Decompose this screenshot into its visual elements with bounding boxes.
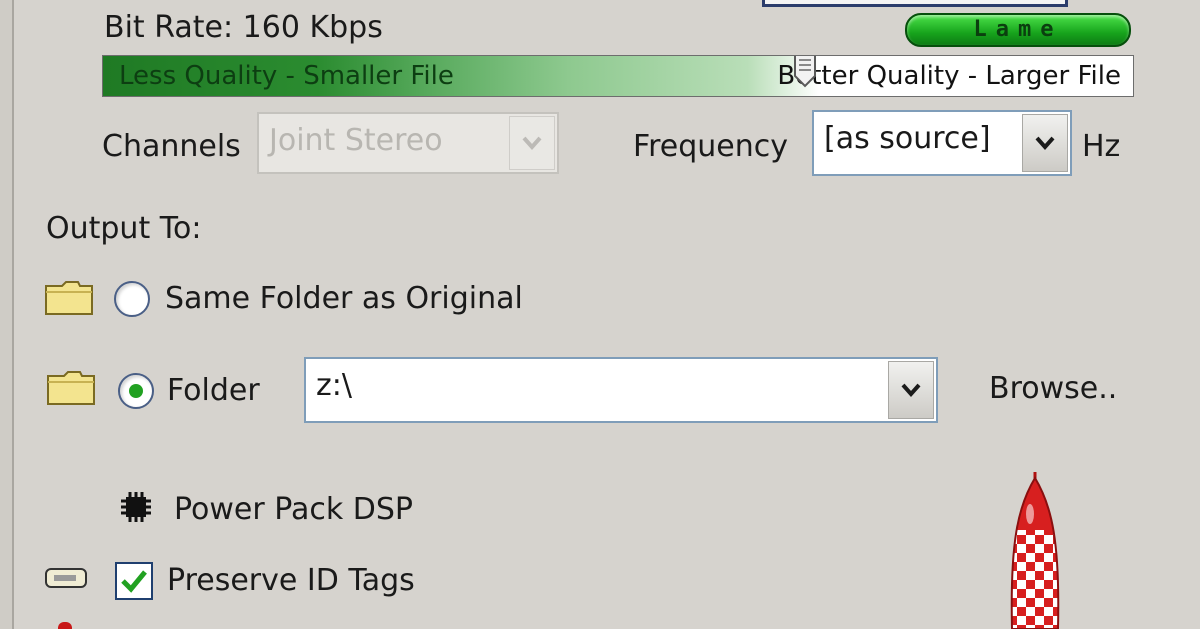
chip-icon bbox=[121, 492, 151, 522]
rocket-icon-partial bbox=[58, 622, 72, 629]
folder-path-value[interactable]: z:\ bbox=[316, 367, 352, 405]
folder-icon bbox=[45, 281, 93, 315]
folder-path-combo[interactable]: z:\ bbox=[304, 357, 938, 423]
output-heading: Output To: bbox=[46, 211, 202, 246]
same-folder-radio[interactable] bbox=[114, 281, 150, 317]
quality-high-label: Better Quality - Larger File bbox=[777, 61, 1121, 91]
frequency-value: [as source] bbox=[824, 121, 991, 156]
chevron-down-icon bbox=[1035, 136, 1055, 151]
quality-slider[interactable]: Less Quality - Smaller File Better Quali… bbox=[102, 55, 1134, 97]
bitrate-label: Bit Rate: 160 Kbps bbox=[104, 10, 383, 45]
folder-radio[interactable] bbox=[118, 373, 154, 409]
frequency-unit: Hz bbox=[1082, 129, 1121, 164]
channels-value: Joint Stereo bbox=[269, 123, 443, 158]
folder-radio-selected-dot bbox=[129, 384, 143, 398]
folder-icon bbox=[47, 371, 95, 405]
channels-dropdown-button[interactable] bbox=[509, 116, 555, 170]
same-folder-label[interactable]: Same Folder as Original bbox=[165, 281, 523, 317]
frequency-dropdown-button[interactable] bbox=[1022, 114, 1068, 172]
tag-icon bbox=[45, 568, 87, 588]
channels-label: Channels bbox=[102, 129, 241, 164]
folder-label[interactable]: Folder bbox=[167, 373, 260, 409]
chevron-down-icon bbox=[522, 136, 542, 151]
slider-thumb[interactable] bbox=[793, 55, 817, 90]
frequency-select[interactable]: [as source] bbox=[812, 110, 1072, 176]
browse-button[interactable]: Browse.. bbox=[989, 371, 1117, 407]
window-left-edge bbox=[0, 0, 14, 629]
lame-logo: Lame bbox=[905, 13, 1131, 47]
quality-low-label: Less Quality - Smaller File bbox=[119, 61, 454, 91]
chevron-down-icon bbox=[901, 383, 921, 398]
lame-logo-text: Lame bbox=[973, 17, 1063, 42]
rocket-icon bbox=[1010, 472, 1060, 629]
top-panel-edge bbox=[762, 0, 1068, 7]
folder-path-dropdown-button[interactable] bbox=[888, 361, 934, 419]
checkmark-icon bbox=[121, 570, 147, 593]
frequency-label: Frequency bbox=[633, 129, 788, 164]
preserve-id-tags-checkbox[interactable] bbox=[115, 562, 153, 600]
dsp-label[interactable]: Power Pack DSP bbox=[174, 492, 413, 528]
preserve-id-tags-label[interactable]: Preserve ID Tags bbox=[167, 563, 415, 599]
channels-select[interactable]: Joint Stereo bbox=[257, 112, 559, 174]
